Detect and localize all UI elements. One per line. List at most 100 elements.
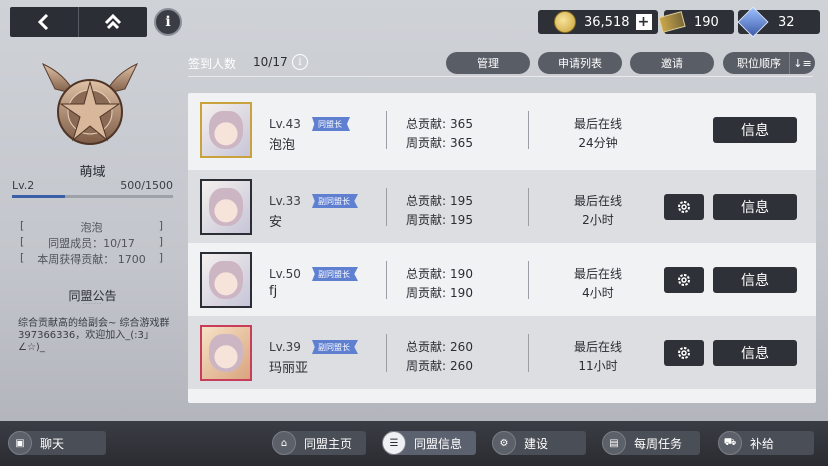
member-name: fj bbox=[269, 284, 278, 299]
notice-text: 综合贡献高的给副会~ 综合游戏群397366336，欢迎加入_(:3」∠☆)_ bbox=[18, 318, 170, 353]
tab-construction[interactable]: ⚙ 建设 bbox=[492, 431, 586, 455]
gear-icon bbox=[678, 274, 690, 286]
member-last-online: 最后在线 2小时 bbox=[538, 192, 658, 230]
gem-counter: 32 bbox=[737, 6, 820, 38]
total-contrib-label: 总贡献: bbox=[406, 267, 447, 281]
member-row: Lv.50 副同盟长 fj 总贡献: 190 周贡献: 190 最后在线 4小时 信… bbox=[188, 243, 816, 316]
divider bbox=[528, 188, 529, 226]
tab-weekly-tasks-label: 每周任务 bbox=[634, 436, 683, 451]
guild-weekly-label: 本周获得贡献： bbox=[37, 253, 115, 266]
total-contrib-value: 190 bbox=[450, 267, 473, 281]
last-online-label: 最后在线 bbox=[573, 340, 622, 354]
member-role-badge: 同盟长 bbox=[312, 117, 350, 131]
member-info-button[interactable]: 信息 bbox=[713, 117, 797, 143]
home-button[interactable] bbox=[78, 7, 147, 37]
member-row: Lv.43 同盟长 泡泡 总贡献: 365 周贡献: 365 最后在线 24分钟 信… bbox=[188, 93, 816, 166]
member-row: Lv.33 副同盟长 安 总贡献: 195 周贡献: 195 最后在线 2小时 信息 bbox=[188, 170, 816, 243]
tab-guild-info-label: 同盟信息 bbox=[414, 436, 463, 451]
member-info-button[interactable]: 信息 bbox=[713, 340, 797, 366]
guild-exp-bar bbox=[12, 195, 173, 198]
home-icon: ⌂ bbox=[272, 431, 296, 455]
cart-icon: ⛟ bbox=[718, 431, 742, 455]
add-coin-button[interactable]: + bbox=[635, 14, 652, 30]
weekly-contrib-label: 周贡献: bbox=[406, 359, 447, 373]
list-icon: ☰ bbox=[382, 431, 406, 455]
total-contrib-value: 365 bbox=[450, 117, 473, 131]
member-contribution: 总贡献: 365 周贡献: 365 bbox=[406, 115, 473, 153]
weekly-contrib-label: 周贡献: bbox=[406, 286, 447, 300]
home-icon bbox=[104, 14, 122, 30]
gear-icon bbox=[678, 201, 690, 213]
member-name: 玛丽亚 bbox=[269, 361, 309, 376]
tab-supply-label: 补给 bbox=[750, 436, 775, 451]
tab-chat[interactable]: ▣ 聊天 bbox=[8, 431, 106, 455]
tab-chat-label: 聊天 bbox=[40, 436, 65, 451]
member-level: Lv.50 bbox=[269, 267, 301, 281]
info-icon[interactable]: i bbox=[154, 8, 182, 36]
last-online-value: 2小时 bbox=[582, 213, 614, 227]
member-avatar[interactable] bbox=[200, 179, 252, 235]
apply-list-button[interactable]: 申请列表 bbox=[538, 52, 622, 74]
guild-weekly-value: 1700 bbox=[117, 253, 146, 266]
guild-members-line: [同盟成员：10/17] bbox=[20, 235, 163, 250]
sort-button[interactable]: 职位顺序 ↓≡ bbox=[723, 52, 815, 74]
member-name: 泡泡 bbox=[269, 138, 296, 153]
chevron-left-icon bbox=[37, 14, 49, 30]
manage-button[interactable]: 管理 bbox=[446, 52, 530, 74]
last-online-label: 最后在线 bbox=[573, 267, 622, 281]
tab-guild-home[interactable]: ⌂ 同盟主页 bbox=[272, 431, 366, 455]
member-avatar[interactable] bbox=[200, 102, 252, 158]
member-role-badge: 副同盟长 bbox=[312, 340, 358, 354]
back-button[interactable] bbox=[10, 7, 78, 37]
weekly-contrib-value: 260 bbox=[450, 359, 473, 373]
guild-emblem-icon bbox=[41, 62, 139, 145]
member-info-button[interactable]: 信息 bbox=[713, 267, 797, 293]
signin-info-icon[interactable]: i bbox=[292, 54, 308, 70]
member-list: Lv.43 同盟长 泡泡 总贡献: 365 周贡献: 365 最后在线 24分钟 信… bbox=[188, 93, 816, 403]
last-online-label: 最后在线 bbox=[573, 194, 622, 208]
guild-leader-line: [泡泡] bbox=[20, 219, 163, 234]
gear-icon bbox=[678, 347, 690, 359]
member-level: Lv.39 bbox=[269, 340, 301, 354]
total-contrib-label: 总贡献: bbox=[406, 340, 447, 354]
guild-exp: 500/1500 bbox=[120, 179, 173, 192]
member-avatar[interactable] bbox=[200, 325, 252, 381]
member-avatar[interactable] bbox=[200, 252, 252, 308]
total-contrib-label: 总贡献: bbox=[406, 194, 447, 208]
weekly-contrib-value: 195 bbox=[450, 213, 473, 227]
member-contribution: 总贡献: 195 周贡献: 195 bbox=[406, 192, 473, 230]
tab-weekly-tasks[interactable]: ▤ 每周任务 bbox=[602, 431, 700, 455]
member-contribution: 总贡献: 260 周贡献: 260 bbox=[406, 338, 473, 376]
total-contrib-label: 总贡献: bbox=[406, 117, 447, 131]
member-last-online: 最后在线 11小时 bbox=[538, 338, 658, 376]
last-online-label: 最后在线 bbox=[573, 117, 622, 131]
member-last-online: 最后在线 24分钟 bbox=[538, 115, 658, 153]
divider bbox=[528, 261, 529, 299]
sort-order-icon[interactable]: ↓≡ bbox=[789, 52, 815, 74]
last-online-value: 24分钟 bbox=[578, 136, 618, 150]
coin-value: 36,518 bbox=[584, 14, 630, 30]
header-divider bbox=[188, 76, 813, 77]
top-nav bbox=[10, 7, 147, 37]
member-settings-button[interactable] bbox=[664, 267, 704, 293]
guild-members-value: 10/17 bbox=[103, 237, 135, 250]
divider bbox=[386, 111, 387, 149]
weekly-contrib-value: 365 bbox=[450, 136, 473, 150]
chat-icon: ▣ bbox=[8, 431, 32, 455]
member-level: Lv.33 bbox=[269, 194, 301, 208]
divider bbox=[386, 261, 387, 299]
guild-leader: 泡泡 bbox=[80, 221, 103, 234]
member-settings-button[interactable] bbox=[664, 194, 704, 220]
member-level: Lv.43 bbox=[269, 117, 301, 131]
tab-guild-info[interactable]: ☰ 同盟信息 bbox=[382, 431, 476, 455]
invite-button[interactable]: 邀请 bbox=[630, 52, 714, 74]
total-contrib-value: 195 bbox=[450, 194, 473, 208]
tab-supply[interactable]: ⛟ 补给 bbox=[718, 431, 814, 455]
divider bbox=[528, 111, 529, 149]
member-role-badge: 副同盟长 bbox=[312, 267, 358, 281]
member-settings-button[interactable] bbox=[664, 340, 704, 366]
weekly-contrib-label: 周贡献: bbox=[406, 136, 447, 150]
tab-construction-label: 建设 bbox=[524, 436, 549, 451]
divider bbox=[528, 334, 529, 372]
member-info-button[interactable]: 信息 bbox=[713, 194, 797, 220]
